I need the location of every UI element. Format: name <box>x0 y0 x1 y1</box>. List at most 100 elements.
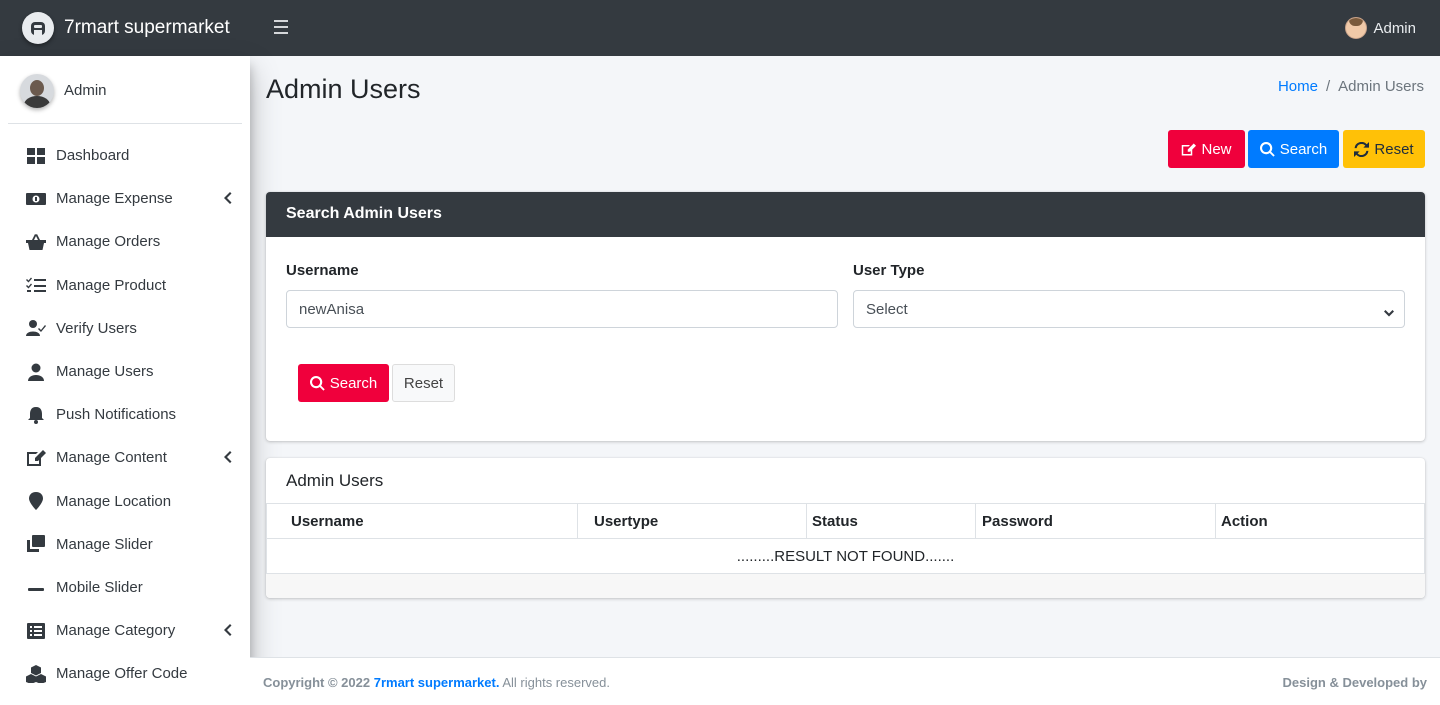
sidebar-item-manage-offer-code[interactable]: Manage Offer Code <box>0 652 250 695</box>
username-field[interactable]: newAnisa <box>286 290 838 328</box>
column-header-username[interactable]: Username <box>266 503 578 539</box>
sidebar-item-manage-users[interactable]: Manage Users <box>0 350 250 393</box>
map-marker-icon <box>26 491 46 511</box>
chevron-left-icon <box>222 450 232 464</box>
table-row: .........RESULT NOT FOUND....... <box>266 538 1425 574</box>
footer-brand-link[interactable]: 7rmart supermarket. <box>374 675 500 690</box>
avatar <box>20 73 54 108</box>
search-reset-button[interactable]: Reset <box>392 364 455 402</box>
reset-button[interactable]: Reset <box>1343 130 1425 168</box>
brand-link[interactable]: 7rmart supermarket <box>0 0 250 56</box>
cubes-icon <box>26 664 46 684</box>
admin-users-card: Admin Users Username Usertype Status Pas… <box>266 458 1425 598</box>
breadcrumb-separator: / <box>1325 78 1331 95</box>
breadcrumb-current: Admin Users <box>1338 78 1424 95</box>
user-icon <box>26 362 46 382</box>
sidebar-item-label: Manage Product <box>56 276 167 294</box>
page-footer: Copyright © 2022 7rmart supermarket. All… <box>250 657 1440 705</box>
list-alt-icon <box>26 621 46 641</box>
sidebar-item-manage-content[interactable]: Manage Content <box>0 436 250 479</box>
column-header-password[interactable]: Password <box>975 503 1216 539</box>
sidebar-item-dashboard[interactable]: Dashboard <box>0 134 250 177</box>
column-header-status[interactable]: Status <box>806 503 976 539</box>
dashboard-icon <box>26 146 46 166</box>
table-footer <box>266 573 1425 598</box>
brand-name: 7rmart supermarket <box>64 17 230 38</box>
sidebar-item-label: Manage Offer Code <box>56 665 188 683</box>
sidebar-item-label: Dashboard <box>56 147 130 165</box>
username-label: Username <box>286 262 359 279</box>
copyright-text: Copyright © 2022 7rmart supermarket. All… <box>263 675 610 690</box>
chevron-left-icon <box>222 191 232 205</box>
edit-icon <box>1182 143 1197 155</box>
search-submit-button[interactable]: Search <box>298 364 389 402</box>
new-button-label: New <box>1201 140 1232 158</box>
sidebar: Admin Dashboard Manage Expense Manage Or… <box>0 56 250 705</box>
admin-users-table: Username Usertype Status Password Action… <box>266 503 1425 574</box>
top-user-menu[interactable]: Admin <box>1345 17 1416 39</box>
sidebar-item-verify-users[interactable]: Verify Users <box>0 307 250 350</box>
sidebar-item-label: Mobile Slider <box>56 578 143 596</box>
search-submit-label: Search <box>329 374 378 392</box>
usertype-label: User Type <box>853 262 925 279</box>
footer-credit: Design & Developed by <box>1282 675 1427 690</box>
search-card-title: Search Admin Users <box>266 192 1425 237</box>
sidebar-item-push-notifications[interactable]: Push Notifications <box>0 393 250 436</box>
search-icon <box>1259 141 1275 157</box>
clone-icon <box>26 534 46 554</box>
bell-icon <box>26 405 46 425</box>
sidebar-user-panel[interactable]: Admin <box>8 56 242 124</box>
breadcrumb-home-link[interactable]: Home <box>1278 78 1318 95</box>
reset-button-label: Reset <box>1374 140 1414 158</box>
sidebar-item-label: Manage Orders <box>56 233 161 251</box>
column-header-action[interactable]: Action <box>1215 503 1425 539</box>
sidebar-item-label: Verify Users <box>56 319 137 337</box>
sidebar-item-manage-expense[interactable]: Manage Expense <box>0 177 250 220</box>
top-navbar: Admin <box>250 0 1440 56</box>
top-avatar <box>1345 17 1368 39</box>
username-value: newAnisa <box>299 300 365 318</box>
chevron-down-icon <box>1384 305 1394 317</box>
column-header-usertype[interactable]: Usertype <box>577 503 807 539</box>
search-button[interactable]: Search <box>1248 130 1339 168</box>
usertype-selected-value: Select <box>866 300 908 318</box>
table-header-row: Username Usertype Status Password Action <box>266 503 1425 539</box>
chevron-left-icon <box>222 623 232 637</box>
edit-icon <box>26 448 46 468</box>
usertype-select[interactable]: Select <box>853 290 1405 328</box>
search-button-label: Search <box>1279 140 1328 158</box>
sidebar-item-label: Manage Location <box>56 492 172 510</box>
user-check-icon <box>26 318 46 338</box>
new-button[interactable]: New <box>1168 130 1245 168</box>
search-icon <box>309 375 325 391</box>
sidebar-item-label: Manage Slider <box>56 535 153 553</box>
money-bill-icon <box>26 189 46 209</box>
sidebar-item-manage-location[interactable]: Manage Location <box>0 480 250 523</box>
sidebar-item-manage-orders[interactable]: Manage Orders <box>0 220 250 263</box>
brand-logo-icon <box>22 12 54 44</box>
sidebar-item-label: Manage Users <box>56 363 154 381</box>
copyright-prefix: Copyright © 2022 <box>263 675 374 690</box>
sidebar-nav: Dashboard Manage Expense Manage Orders M… <box>0 134 250 695</box>
sidebar-user-name: Admin <box>64 82 107 99</box>
minus-icon <box>26 577 46 597</box>
search-card: Search Admin Users Username newAnisa Use… <box>266 192 1425 441</box>
sidebar-item-manage-product[interactable]: Manage Product <box>0 264 250 307</box>
sidebar-item-label: Manage Expense <box>56 190 173 208</box>
menu-toggle-icon[interactable] <box>274 20 288 34</box>
sidebar-item-manage-category[interactable]: Manage Category <box>0 609 250 652</box>
tasks-icon <box>26 275 46 295</box>
sidebar-item-label: Manage Content <box>56 449 167 467</box>
breadcrumb: Home / Admin Users <box>1278 78 1424 95</box>
basket-icon <box>26 232 46 252</box>
sidebar-item-label: Push Notifications <box>56 406 177 424</box>
sidebar-item-label: Manage Category <box>56 622 176 640</box>
admin-users-card-title: Admin Users <box>286 471 384 490</box>
sidebar-item-manage-slider[interactable]: Manage Slider <box>0 523 250 566</box>
copyright-suffix: All rights reserved. <box>499 675 610 690</box>
page-title: Admin Users <box>266 74 421 104</box>
empty-result-message: .........RESULT NOT FOUND....... <box>266 538 1425 574</box>
sync-icon <box>1354 141 1370 157</box>
top-user-name: Admin <box>1373 19 1416 37</box>
sidebar-item-mobile-slider[interactable]: Mobile Slider <box>0 566 250 609</box>
